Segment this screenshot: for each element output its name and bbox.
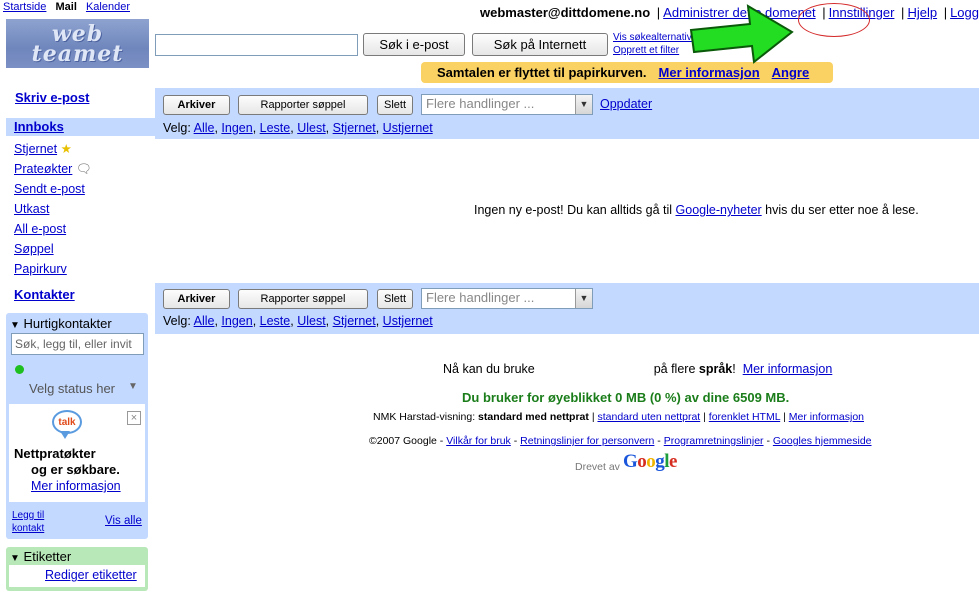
contact-search-input[interactable]: Søk, legg til, eller invit bbox=[11, 333, 144, 355]
arrow-annotation-icon bbox=[689, 4, 794, 64]
help-link[interactable]: Hjelp bbox=[907, 5, 937, 20]
select-unstarred-link[interactable]: Ustjernet bbox=[383, 314, 433, 328]
triangle-down-icon: ▼ bbox=[10, 320, 20, 331]
legal-links: ©2007 Google - Vilkår for bruk - Retning… bbox=[369, 435, 872, 447]
user-email: webmaster@dittdomene.no bbox=[480, 5, 651, 20]
select-starred-link[interactable]: Stjernet bbox=[333, 314, 376, 328]
delete-button[interactable]: Slett bbox=[377, 95, 413, 115]
notice-text: Samtalen er flyttet til papirkurven. bbox=[437, 65, 647, 80]
logo[interactable]: web teamet bbox=[6, 19, 149, 68]
sidebar-item-inbox[interactable]: Innboks bbox=[6, 118, 156, 136]
labels-header[interactable]: ▼ Etiketter bbox=[10, 549, 71, 564]
refresh-link[interactable]: Oppdater bbox=[600, 97, 652, 111]
view-options: NMK Harstad-visning: standard med nettpr… bbox=[373, 411, 865, 423]
terms-link[interactable]: Vilkår for bruk bbox=[446, 435, 511, 447]
privacy-link[interactable]: Retningslinjer for personvern bbox=[520, 435, 654, 447]
select-row-bottom: Velg: Alle, Ingen, Leste, Ulest, Stjerne… bbox=[163, 314, 433, 328]
select-row-top: Velg: Alle, Ingen, Leste, Ulest, Stjerne… bbox=[163, 121, 433, 135]
storage-usage: Du bruker for øyeblikket 0 MB (0 %) av d… bbox=[462, 390, 790, 405]
more-actions-select[interactable]: Flere handlinger ... ▼ bbox=[421, 94, 593, 115]
highlight-ellipse bbox=[798, 3, 870, 37]
select-none-link[interactable]: Ingen bbox=[221, 314, 252, 328]
star-icon: ★ bbox=[60, 142, 72, 156]
chevron-down-icon: ▼ bbox=[575, 95, 592, 114]
top-nav: Startside Mail Kalender bbox=[3, 1, 136, 13]
search-options: Vis søkealternativ Opprett et filter bbox=[613, 31, 692, 57]
sidebar-item-spam[interactable]: Søppel bbox=[14, 239, 92, 259]
sidebar-item-trash[interactable]: Papirkurv bbox=[14, 259, 92, 279]
edit-labels-link[interactable]: Rediger etiketter bbox=[45, 568, 137, 582]
report-spam-button[interactable]: Rapporter søppel bbox=[238, 95, 368, 115]
google-logo[interactable]: Google bbox=[623, 451, 677, 473]
select-all-link[interactable]: Alle bbox=[194, 121, 215, 135]
nav-kalender[interactable]: Kalender bbox=[86, 1, 130, 13]
view-basic-html-link[interactable]: forenklet HTML bbox=[709, 411, 780, 423]
notice-banner: Samtalen er flyttet til papirkurven. Mer… bbox=[421, 62, 833, 83]
sidebar-item-all-mail[interactable]: All e-post bbox=[14, 219, 92, 239]
nav-mail: Mail bbox=[55, 1, 77, 13]
quick-contacts-header[interactable]: ▼ Hurtigkontakter bbox=[10, 316, 112, 331]
select-none-link[interactable]: Ingen bbox=[221, 121, 252, 135]
language-more-link[interactable]: Mer informasjon bbox=[743, 362, 833, 376]
sidebar-item-drafts[interactable]: Utkast bbox=[14, 199, 92, 219]
status-dot-icon bbox=[15, 365, 24, 374]
delete-button-bottom[interactable]: Slett bbox=[377, 289, 413, 309]
talk-icon-tail bbox=[60, 431, 70, 439]
search-web-button[interactable]: Søk på Internett bbox=[472, 33, 608, 56]
view-more-info-link[interactable]: Mer informasjon bbox=[789, 411, 864, 423]
sidebar-item-chats[interactable]: Prateøkter 🗨 bbox=[14, 159, 92, 179]
sidebar-item-sent[interactable]: Sendt e-post bbox=[14, 179, 92, 199]
report-spam-button-bottom[interactable]: Rapporter søppel bbox=[238, 289, 368, 309]
create-filter-link[interactable]: Opprett et filter bbox=[613, 44, 692, 57]
language-promo: Nå kan du bruke på flere språk! Mer info… bbox=[443, 362, 833, 376]
archive-button[interactable]: Arkiver bbox=[163, 95, 230, 115]
search-options-link[interactable]: Vis søkealternativ bbox=[613, 31, 692, 44]
select-starred-link[interactable]: Stjernet bbox=[333, 121, 376, 135]
talk-more-link[interactable]: Mer informasjon bbox=[31, 479, 121, 493]
compose-link[interactable]: Skriv e-post bbox=[15, 90, 89, 105]
program-policy-link[interactable]: Programretningslinjer bbox=[664, 435, 764, 447]
notice-more-link[interactable]: Mer informasjon bbox=[659, 65, 760, 80]
sidebar-item-starred[interactable]: Stjernet ★ bbox=[14, 139, 92, 159]
select-unread-link[interactable]: Ulest bbox=[297, 314, 325, 328]
sidebar-list: Stjernet ★ Prateøkter 🗨 Sendt e-post Utk… bbox=[14, 139, 92, 279]
view-all-link[interactable]: Vis alle bbox=[105, 515, 142, 527]
archive-button-bottom[interactable]: Arkiver bbox=[163, 289, 230, 309]
view-no-chat-link[interactable]: standard uten nettprat bbox=[597, 411, 700, 423]
search-mail-button[interactable]: Søk i e-post bbox=[363, 33, 465, 56]
select-read-link[interactable]: Leste bbox=[260, 314, 291, 328]
contacts-link[interactable]: Kontakter bbox=[14, 287, 75, 302]
talk-promo-text: Nettpratøkter og er søkbare. bbox=[14, 446, 120, 477]
google-news-link[interactable]: Google-nyheter bbox=[676, 203, 762, 217]
select-read-link[interactable]: Leste bbox=[260, 121, 291, 135]
select-unread-link[interactable]: Ulest bbox=[297, 121, 325, 135]
nav-startside[interactable]: Startside bbox=[3, 1, 46, 13]
search-input[interactable] bbox=[155, 34, 358, 56]
empty-inbox-message: Ingen ny e-post! Du kan alltids gå til G… bbox=[474, 203, 919, 217]
triangle-down-icon: ▼ bbox=[10, 553, 20, 564]
status-selector[interactable]: Velg status her bbox=[29, 381, 115, 396]
logout-link[interactable]: Logg av bbox=[950, 5, 979, 20]
select-all-link[interactable]: Alle bbox=[194, 314, 215, 328]
add-contact-link[interactable]: Legg til kontakt bbox=[12, 509, 44, 535]
more-actions-select-bottom[interactable]: Flere handlinger ... ▼ bbox=[421, 288, 593, 309]
chevron-down-icon: ▼ bbox=[575, 289, 592, 308]
powered-by: Drevet av Google bbox=[575, 451, 677, 473]
select-unstarred-link[interactable]: Ustjernet bbox=[383, 121, 433, 135]
google-home-link[interactable]: Googles hjemmeside bbox=[773, 435, 872, 447]
close-icon[interactable]: × bbox=[127, 411, 141, 425]
chat-bubble-icon: 🗨 bbox=[75, 162, 92, 176]
chevron-down-icon[interactable]: ▼ bbox=[128, 381, 138, 392]
notice-undo-link[interactable]: Angre bbox=[772, 65, 810, 80]
